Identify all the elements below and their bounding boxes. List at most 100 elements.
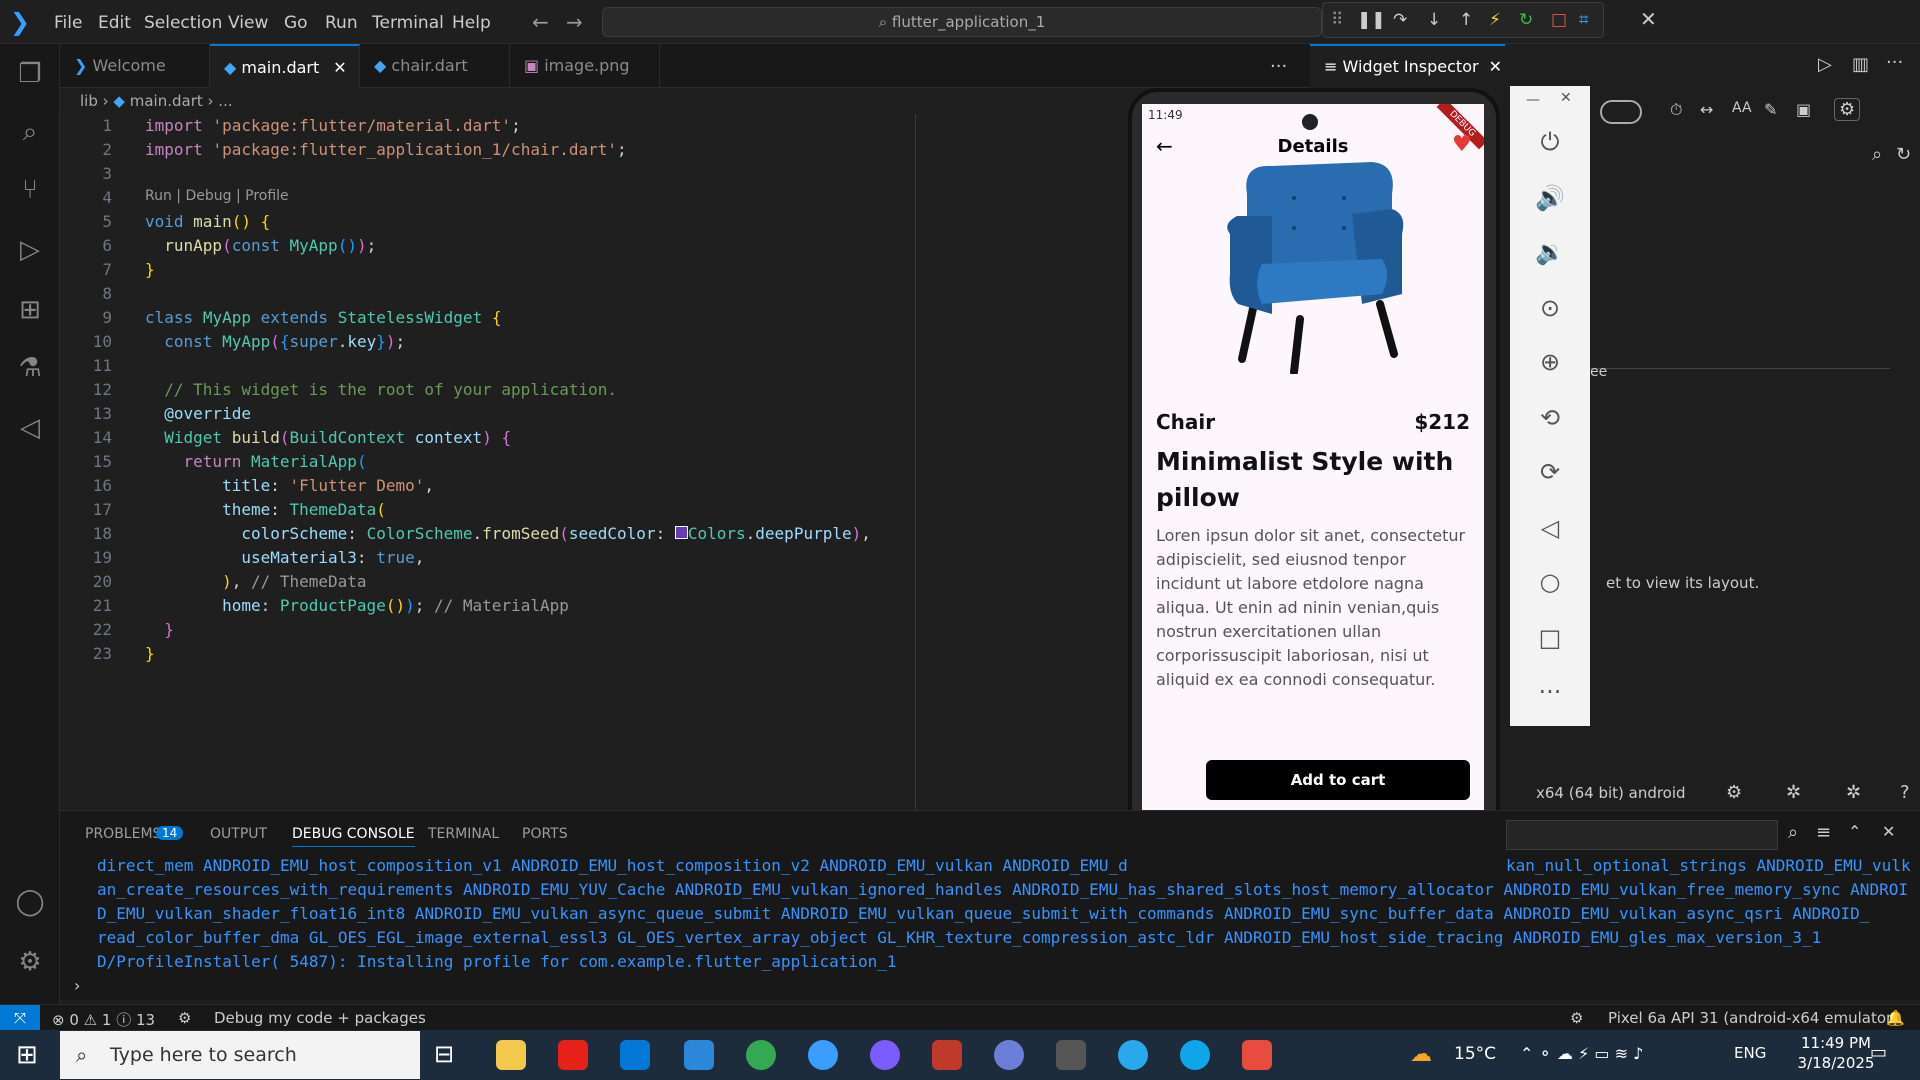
more-actions-icon[interactable]: ··· — [1270, 56, 1287, 77]
explorer-icon[interactable]: ❐ — [12, 56, 48, 92]
app-icon[interactable] — [1242, 1040, 1272, 1070]
phone-screen[interactable]: 11:49 DEBUG ← Details ♥ Chair $212 Minim… — [1142, 104, 1484, 824]
bug-icon[interactable]: ✲ — [1846, 782, 1861, 803]
menu-edit[interactable]: Edit — [98, 13, 131, 33]
run-icon[interactable]: ▷ — [1818, 54, 1832, 75]
debug-run-icon[interactable]: ⚙ — [178, 1009, 191, 1027]
r-icon[interactable] — [994, 1040, 1024, 1070]
camera-icon[interactable]: ⊙ — [1534, 292, 1566, 324]
devtools-icon[interactable]: ⌗ — [1579, 10, 1589, 30]
forward-arrow-icon[interactable]: → — [566, 10, 583, 34]
overview-icon[interactable]: □ — [1534, 622, 1566, 654]
toggle-switch[interactable] — [1600, 100, 1642, 124]
refresh-icon[interactable]: ↻ — [1896, 144, 1911, 165]
remote-icon[interactable]: ⤧ — [0, 1005, 40, 1031]
vscode-taskbar-icon[interactable] — [620, 1040, 650, 1070]
language[interactable]: ENG — [1734, 1044, 1766, 1062]
codelens[interactable]: Run | Debug | Profile — [145, 188, 289, 204]
more-icon[interactable]: ··· — [1534, 676, 1566, 708]
close-icon[interactable]: ✕ — [1560, 90, 1572, 106]
text-icon[interactable]: AA — [1732, 100, 1752, 116]
tab-output[interactable]: OUTPUT — [210, 826, 267, 842]
close-icon[interactable]: ✕ — [1640, 7, 1657, 31]
stop-icon[interactable]: □ — [1551, 10, 1567, 30]
step-out-icon[interactable]: ↑ — [1459, 10, 1473, 30]
tab-terminal[interactable]: TERMINAL — [428, 826, 499, 842]
task-view-icon[interactable]: ⊟ — [434, 1040, 464, 1070]
tab-welcome[interactable]: ❯ Welcome — [60, 44, 210, 88]
settings-gear-icon[interactable]: ⚙ — [12, 944, 48, 980]
tab-ports[interactable]: PORTS — [522, 826, 568, 842]
tab-main-dart[interactable]: ◆ main.dart ✕ — [210, 44, 360, 88]
help-icon[interactable]: ? — [1900, 782, 1910, 803]
power-icon[interactable]: ⏻ — [1534, 126, 1566, 158]
guidelines-icon[interactable]: ↔ — [1700, 100, 1713, 119]
volume-down-icon[interactable]: 🔉 — [1534, 236, 1566, 268]
volume-up-icon[interactable]: 🔊 — [1534, 182, 1566, 214]
split-editor-icon[interactable]: ▥ — [1852, 54, 1869, 75]
device-label[interactable]: Pixel 6a API 31 (android-x64 emulator) — [1608, 1009, 1898, 1027]
list-icon[interactable]: ≡ — [1816, 822, 1831, 843]
menu-view[interactable]: View — [228, 13, 268, 33]
add-to-cart-button[interactable]: Add to cart — [1206, 760, 1470, 800]
command-center-search[interactable]: ⌕ flutter_application_1 — [602, 7, 1322, 37]
breadcrumb-folder[interactable]: lib — [80, 92, 98, 110]
weather-icon[interactable]: ☁ — [1410, 1042, 1432, 1067]
source-control-icon[interactable]: ⑂ — [12, 172, 48, 208]
more-actions-icon[interactable]: ··· — [1886, 52, 1903, 73]
extensions-icon[interactable]: ⊞ — [12, 292, 48, 328]
chrome-icon[interactable] — [746, 1040, 776, 1070]
tab-problems[interactable]: PROBLEMS — [85, 826, 161, 842]
image-icon[interactable]: ▣ — [1796, 100, 1811, 119]
telegram-icon[interactable] — [1118, 1040, 1148, 1070]
menu-go[interactable]: Go — [284, 13, 308, 33]
unity-icon[interactable] — [1056, 1040, 1086, 1070]
tab-chair-dart[interactable]: ◆ chair.dart — [360, 44, 510, 88]
tray-icons[interactable]: ⌃ ⚬ ☁ ⚡ ▭ ≋ ♪ — [1520, 1044, 1643, 1063]
bell-icon[interactable]: 🔔 — [1886, 1009, 1905, 1027]
bug-icon[interactable]: ✲ — [1786, 782, 1801, 803]
home-icon[interactable]: ○ — [1534, 566, 1566, 598]
paint-icon[interactable]: ✎ — [1764, 100, 1777, 119]
run-debug-icon[interactable]: ▷ — [12, 232, 48, 268]
rotate-left-icon[interactable]: ⟲ — [1534, 402, 1566, 434]
step-over-icon[interactable]: ↷ — [1393, 10, 1407, 30]
console-prompt-icon[interactable]: › — [74, 976, 80, 995]
app-icon[interactable] — [932, 1040, 962, 1070]
back-icon[interactable]: ◁ — [1534, 512, 1566, 544]
app-store-icon[interactable] — [808, 1040, 838, 1070]
rotate-right-icon[interactable]: ⟳ — [1534, 456, 1566, 488]
filter-input[interactable] — [1506, 820, 1778, 850]
devices-icon[interactable]: ⚙ — [1570, 1009, 1583, 1027]
zoom-in-icon[interactable]: ⊕ — [1534, 346, 1566, 378]
search-sidebar-icon[interactable]: ⌕ — [12, 114, 48, 150]
problems-status[interactable]: ⊗ 0 ⚠ 1 ⓘ 13 — [52, 1009, 155, 1030]
search-icon[interactable]: ⌕ — [1788, 822, 1798, 843]
taskbar-search[interactable]: ⌕ Type here to search — [60, 1031, 420, 1079]
search-icon[interactable]: ⌕ — [1872, 144, 1882, 165]
restart-icon[interactable]: ↻ — [1519, 10, 1533, 30]
tab-debug-console[interactable]: DEBUG CONSOLE — [292, 826, 415, 847]
windows-start-icon[interactable]: ⊞ — [16, 1040, 38, 1070]
tab-widget-inspector[interactable]: ≡ Widget Inspector ✕ — [1310, 44, 1505, 88]
flutter-icon[interactable]: ◁ — [12, 410, 48, 446]
edge-icon[interactable] — [1180, 1040, 1210, 1070]
breadcrumb-file[interactable]: main.dart — [130, 92, 203, 110]
chevron-up-icon[interactable]: ⌃ — [1848, 822, 1861, 841]
testing-icon[interactable]: ⚗ — [12, 350, 48, 386]
minimize-icon[interactable]: — — [1526, 92, 1540, 108]
menu-run[interactable]: Run — [325, 13, 358, 33]
debug-mode-label[interactable]: Debug my code + packages — [214, 1009, 426, 1027]
drag-handle-icon[interactable]: ⠿ — [1331, 10, 1343, 30]
menu-file[interactable]: File — [54, 13, 82, 33]
hot-reload-icon[interactable]: ⚡ — [1489, 10, 1501, 30]
account-icon[interactable]: ◯ — [12, 884, 48, 920]
pause-icon[interactable]: ❚❚ — [1357, 10, 1386, 30]
tab-close-icon[interactable]: ✕ — [333, 58, 346, 77]
menu-terminal[interactable]: Terminal — [372, 13, 444, 33]
temperature[interactable]: 15°C — [1454, 1044, 1496, 1064]
heart-filled-icon[interactable]: ♥ — [1452, 132, 1472, 157]
gear-icon[interactable]: ⚙ — [1726, 782, 1742, 803]
tab-image-png[interactable]: ▣ image.png — [510, 44, 660, 88]
youtube-icon[interactable] — [558, 1040, 588, 1070]
